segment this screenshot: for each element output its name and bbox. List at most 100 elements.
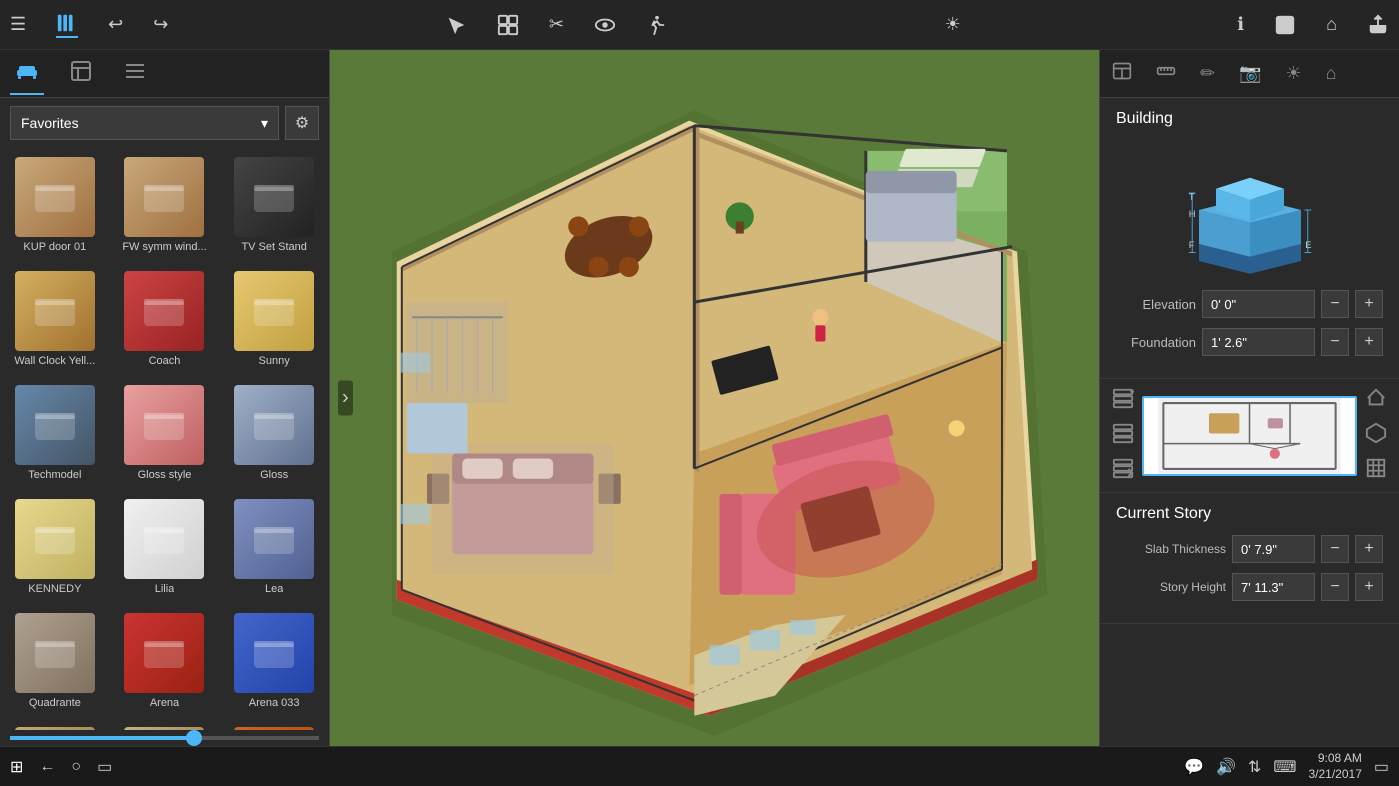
sun-rpanel-tab[interactable]: ☀ [1282,59,1306,88]
view-3d-icon[interactable] [1365,422,1387,449]
current-story-section: Current Story Slab Thickness 0' 7.9" − +… [1100,493,1399,624]
story-up-icon[interactable] [1112,422,1134,449]
list-item[interactable]: Coach [110,262,220,376]
walls-rpanel-tab[interactable] [1108,57,1136,90]
view-2d-icon[interactable] [1365,387,1387,414]
item-thumbnail [124,613,204,693]
elevation-label: Elevation [1116,297,1196,312]
item-label: Arena 033 [249,697,300,709]
list-item[interactable]: Gloss style [110,376,220,490]
back-button[interactable]: ← [39,758,55,776]
size-slider[interactable] [10,736,319,740]
camera-rpanel-tab[interactable]: 📷 [1235,59,1265,88]
info-icon[interactable]: ℹ [1237,14,1244,35]
list-item[interactable]: Lilia [110,490,220,604]
top-toolbar: ☰ ↩ ↪ ✂ ☀ ℹ ⌂ [0,0,1399,50]
walk-icon[interactable] [646,14,668,36]
elevation-plus-btn[interactable]: + [1355,290,1383,318]
scissors-icon[interactable]: ✂ [549,14,564,35]
list-item[interactable] [0,718,110,730]
notification-taskbar-icon[interactable]: 💬 [1184,757,1204,777]
clock-date: 3/21/2017 [1308,767,1361,783]
building-3d-svg: T H F E [1165,140,1335,280]
list-tab[interactable] [118,54,152,94]
taskbar-left: ⊞ ← ○ ▭ [10,757,112,777]
item-thumbnail [124,271,204,351]
building-section: Building T [1100,98,1399,379]
menu-icon[interactable]: ☰ [10,14,26,35]
redo-icon[interactable]: ↪ [153,14,168,35]
item-label: Sunny [259,355,290,367]
right-panel: ✏ 📷 ☀ ⌂ Building [1099,50,1399,746]
view-ortho-icon[interactable] [1365,457,1387,484]
save-icon[interactable] [1274,14,1296,36]
favorites-dropdown[interactable]: Favorites ▾ [10,106,279,140]
item-thumbnail [234,271,314,351]
list-item[interactable]: Gloss [219,376,329,490]
foundation-label: Foundation [1116,335,1196,350]
elevation-minus-btn[interactable]: − [1321,290,1349,318]
foundation-minus-btn[interactable]: − [1321,328,1349,356]
item-thumbnail [234,499,314,579]
item-label: Lilia [155,583,175,595]
foundation-plus-btn[interactable]: + [1355,328,1383,356]
home-icon[interactable]: ⌂ [1326,14,1337,35]
list-item[interactable]: Sunny [219,262,329,376]
home-button[interactable]: ○ [71,758,81,776]
item-thumbnail [124,385,204,465]
expand-panel-button[interactable]: › [338,381,353,416]
volume-taskbar-icon[interactable]: 🔊 [1216,757,1236,777]
windows-start-button[interactable]: ⊞ [10,757,23,777]
slab-plus-btn[interactable]: + [1355,535,1383,563]
home-rpanel-tab[interactable]: ⌂ [1322,59,1341,88]
settings-button[interactable]: ⚙ [285,106,319,140]
list-item[interactable]: Techmodel [0,376,110,490]
item-thumbnail [15,613,95,693]
list-item[interactable]: KENNEDY [0,490,110,604]
decor-tab[interactable] [64,54,98,94]
center-canvas[interactable]: › [330,50,1099,746]
undo-icon[interactable]: ↩ [108,14,123,35]
cursor-icon[interactable] [445,14,467,36]
list-item[interactable]: Arena [110,604,220,718]
story-map-preview[interactable] [1142,396,1357,476]
item-thumbnail [234,613,314,693]
panel-search-row: Favorites ▾ ⚙ [0,98,329,148]
list-item[interactable]: Wall Clock Yell... [0,262,110,376]
list-item[interactable] [110,718,220,730]
view-controls [1365,387,1387,484]
measure-rpanel-tab[interactable] [1152,57,1180,90]
list-item[interactable]: FW symm wind... [110,148,220,262]
list-item[interactable]: Lea [219,490,329,604]
slab-minus-btn[interactable]: − [1321,535,1349,563]
eye-icon[interactable] [594,14,616,36]
multitask-button[interactable]: ▭ [97,757,112,777]
chevron-down-icon: ▾ [261,115,268,132]
list-item[interactable]: Quadrante [0,604,110,718]
list-item[interactable] [219,718,329,730]
svg-text:E: E [1305,240,1311,250]
story-height-plus-btn[interactable]: + [1355,573,1383,601]
sun-top-icon[interactable]: ☀ [945,14,961,35]
story-down-icon[interactable] [1112,457,1134,484]
library-icon[interactable] [56,12,78,38]
group-icon[interactable] [497,14,519,36]
network-taskbar-icon[interactable]: ⇅ [1248,757,1261,777]
tablet-taskbar-icon[interactable]: ▭ [1374,757,1389,777]
taskbar-right: 💬 🔊 ⇅ ⌨ 9:08 AM 3/21/2017 ▭ [1184,751,1389,782]
list-item[interactable]: TV Set Stand [219,148,329,262]
foundation-value[interactable]: 1' 2.6" [1202,328,1315,356]
furniture-tab[interactable] [10,53,44,95]
add-story-icon[interactable] [1112,387,1134,414]
slab-value[interactable]: 0' 7.9" [1232,535,1315,563]
elevation-value[interactable]: 0' 0" [1202,290,1315,318]
list-item[interactable]: KUP door 01 [0,148,110,262]
list-item[interactable]: Arena 033 [219,604,329,718]
item-label: Coach [149,355,181,367]
pen-rpanel-tab[interactable]: ✏ [1196,59,1219,88]
share-icon[interactable] [1367,14,1389,36]
keyboard-taskbar-icon[interactable]: ⌨ [1273,757,1296,777]
elevation-row: Elevation 0' 0" − + [1116,290,1383,318]
story-height-minus-btn[interactable]: − [1321,573,1349,601]
story-height-value[interactable]: 7' 11.3" [1232,573,1315,601]
